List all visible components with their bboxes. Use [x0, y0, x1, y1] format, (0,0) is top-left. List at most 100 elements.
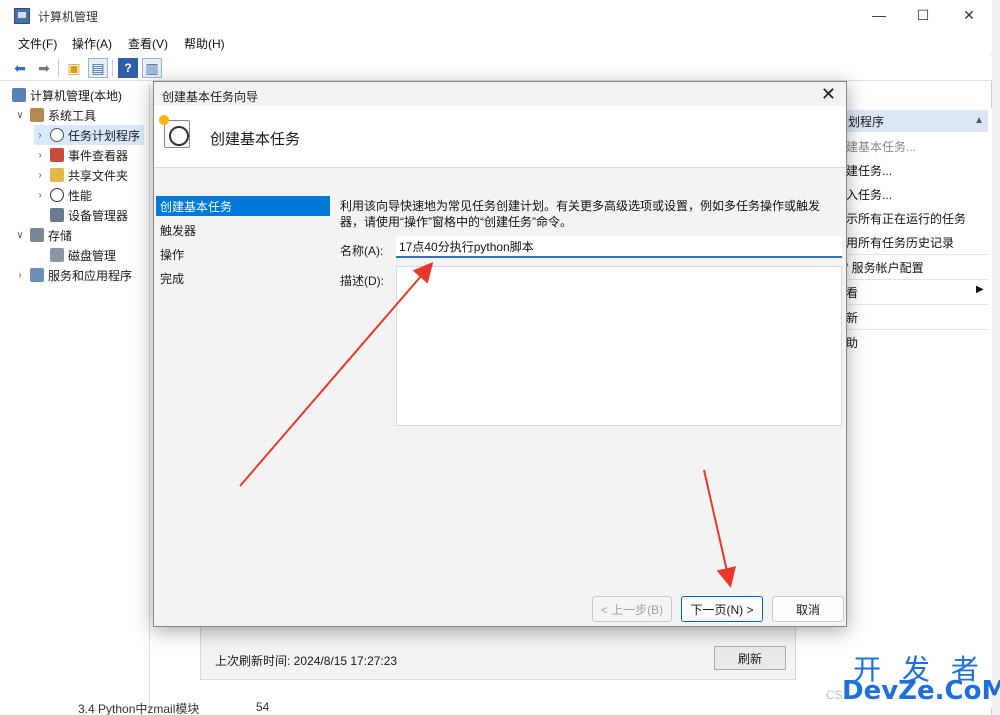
- action-item[interactable]: 示所有正在运行的任务: [846, 210, 966, 227]
- step-finish[interactable]: 完成: [156, 268, 330, 288]
- back-arrow-icon[interactable]: ⬅: [10, 58, 30, 78]
- tree-label: 设备管理器: [68, 208, 129, 223]
- services-icon: [30, 268, 44, 282]
- computer-management-icon: [14, 8, 30, 24]
- action-item-help[interactable]: 助: [846, 334, 858, 351]
- show-hide-action-pane-icon[interactable]: ▥: [142, 58, 162, 78]
- list-item-count: 54: [256, 700, 270, 714]
- actions-header-label: 划程序: [848, 114, 885, 129]
- menu-file[interactable]: 文件(F): [18, 35, 57, 52]
- actions-header[interactable]: 划程序 ▲: [846, 110, 988, 132]
- tree-item-services-apps[interactable]: › 服务和应用程序: [14, 265, 132, 285]
- forward-arrow-icon[interactable]: ➡: [34, 58, 54, 78]
- tree-label: 事件查看器: [68, 148, 129, 163]
- up-folder-icon[interactable]: ▣: [64, 58, 84, 78]
- toolbar-separator: [112, 59, 113, 77]
- action-item[interactable]: ' 服务帐户配置: [846, 259, 924, 276]
- tree-label: 性能: [68, 188, 93, 203]
- tools-icon: [30, 108, 44, 122]
- chevron-down-icon[interactable]: ∨: [14, 230, 26, 241]
- last-refresh-label: 上次刷新时间: 2024/8/15 17:27:23: [215, 654, 398, 668]
- window-title: 计算机管理: [38, 10, 99, 24]
- menu-bar: 文件(F) 操作(A) 查看(V) 帮助(H): [0, 32, 992, 54]
- menu-help[interactable]: 帮助(H): [184, 35, 225, 52]
- shared-folder-icon: [50, 168, 64, 182]
- chevron-right-icon[interactable]: ›: [34, 190, 46, 201]
- action-item[interactable]: 建任务...: [846, 162, 892, 179]
- tree-item-root[interactable]: 计算机管理(本地): [12, 85, 122, 105]
- csdn-watermark: CS: [826, 688, 843, 702]
- disk-icon: [50, 248, 64, 262]
- wizard-description: 利用该向导快速地为常见任务创建计划。有关更多高级选项或设置，例如多任务操作或触发…: [340, 199, 821, 229]
- help-icon[interactable]: ?: [118, 58, 138, 78]
- action-item[interactable]: 用所有任务历史记录: [846, 234, 954, 251]
- dialog-title: 创建基本任务向导: [162, 90, 259, 104]
- list-item: 3.4 Python中zmail模块: [78, 702, 200, 715]
- tree-item-performance[interactable]: › 性能: [34, 185, 92, 205]
- wizard-body: 利用该向导快速地为常见任务创建计划。有关更多高级选项或设置，例如多任务操作或触发…: [336, 194, 842, 594]
- tree-label: 系统工具: [48, 108, 97, 123]
- computer-icon: [12, 88, 26, 102]
- step-trigger[interactable]: 触发器: [156, 220, 330, 240]
- divider: [846, 254, 988, 255]
- menu-view[interactable]: 查看(V): [128, 35, 168, 52]
- clock-icon: [50, 128, 64, 142]
- step-action[interactable]: 操作: [156, 244, 330, 264]
- tree-label: 计算机管理(本地): [30, 88, 122, 103]
- divider: [846, 279, 988, 280]
- action-item-view[interactable]: 看: [846, 284, 858, 301]
- tree-label: 磁盘管理: [68, 248, 117, 263]
- chevron-down-icon[interactable]: ∨: [14, 110, 26, 121]
- background-window-edge: [992, 0, 1000, 715]
- show-hide-tree-icon[interactable]: ▤: [88, 58, 108, 78]
- menu-action[interactable]: 操作(A): [72, 35, 112, 52]
- wizard-header: 创建基本任务: [154, 106, 846, 168]
- divider: [846, 304, 988, 305]
- title-bar: 计算机管理 — ☐ ✕: [0, 0, 992, 32]
- create-basic-task-wizard: 创建基本任务向导 ✕ 创建基本任务 创建基本任务 触发器 操作 完成 利用该向导…: [153, 81, 847, 627]
- action-item-refresh[interactable]: 新: [846, 309, 858, 326]
- tree-label: 共享文件夹: [68, 168, 129, 183]
- performance-icon: [50, 188, 64, 202]
- close-icon[interactable]: ✕: [946, 0, 992, 30]
- tree-label: 服务和应用程序: [48, 268, 133, 283]
- action-item[interactable]: 建基本任务...: [846, 138, 916, 155]
- navigation-tree: 计算机管理(本地) ∨ 系统工具 › 任务计划程序 › 事件查看器 › 共享文件…: [0, 84, 150, 715]
- tree-item-shared-folders[interactable]: › 共享文件夹: [34, 165, 128, 185]
- divider: [846, 329, 988, 330]
- minimize-icon[interactable]: —: [856, 0, 902, 30]
- event-viewer-icon: [50, 148, 64, 162]
- task-description-input[interactable]: [396, 266, 842, 426]
- tree-item-disk-management[interactable]: 磁盘管理: [50, 245, 116, 265]
- tree-item-system-tools[interactable]: ∨ 系统工具: [14, 105, 96, 125]
- close-icon[interactable]: ✕: [821, 84, 836, 105]
- device-manager-icon: [50, 208, 64, 222]
- tree-label: 存储: [48, 228, 73, 243]
- chevron-right-icon[interactable]: ›: [34, 130, 46, 141]
- tree-item-task-scheduler[interactable]: › 任务计划程序: [34, 125, 145, 145]
- refresh-button[interactable]: 刷新: [714, 646, 786, 670]
- toolbar-separator: [58, 59, 59, 77]
- maximize-icon[interactable]: ☐: [900, 0, 946, 30]
- tree-item-storage[interactable]: ∨ 存储: [14, 225, 72, 245]
- collapse-up-icon[interactable]: ▲: [974, 115, 984, 126]
- watermark-logo-text: DevZe.CoM: [842, 676, 1000, 706]
- storage-icon: [30, 228, 44, 242]
- action-item[interactable]: 入任务...: [846, 186, 892, 203]
- step-create-basic-task[interactable]: 创建基本任务: [156, 196, 330, 216]
- back-button[interactable]: < 上一步(B): [592, 596, 672, 622]
- chevron-right-icon[interactable]: ›: [34, 170, 46, 181]
- task-clock-icon: [159, 115, 190, 148]
- task-name-input[interactable]: [396, 236, 842, 258]
- name-label: 名称(A):: [340, 244, 384, 258]
- tree-item-device-manager[interactable]: 设备管理器: [50, 205, 128, 225]
- tree-item-event-viewer[interactable]: › 事件查看器: [34, 145, 128, 165]
- wizard-header-title: 创建基本任务: [210, 131, 301, 148]
- chevron-right-icon[interactable]: ›: [14, 270, 26, 281]
- description-label: 描述(D):: [340, 274, 384, 288]
- next-button[interactable]: 下一页(N) >: [681, 596, 763, 622]
- chevron-right-icon[interactable]: ›: [34, 150, 46, 161]
- submenu-arrow-icon: ▶: [976, 284, 984, 295]
- tree-label: 任务计划程序: [68, 128, 141, 143]
- cancel-button[interactable]: 取消: [772, 596, 844, 622]
